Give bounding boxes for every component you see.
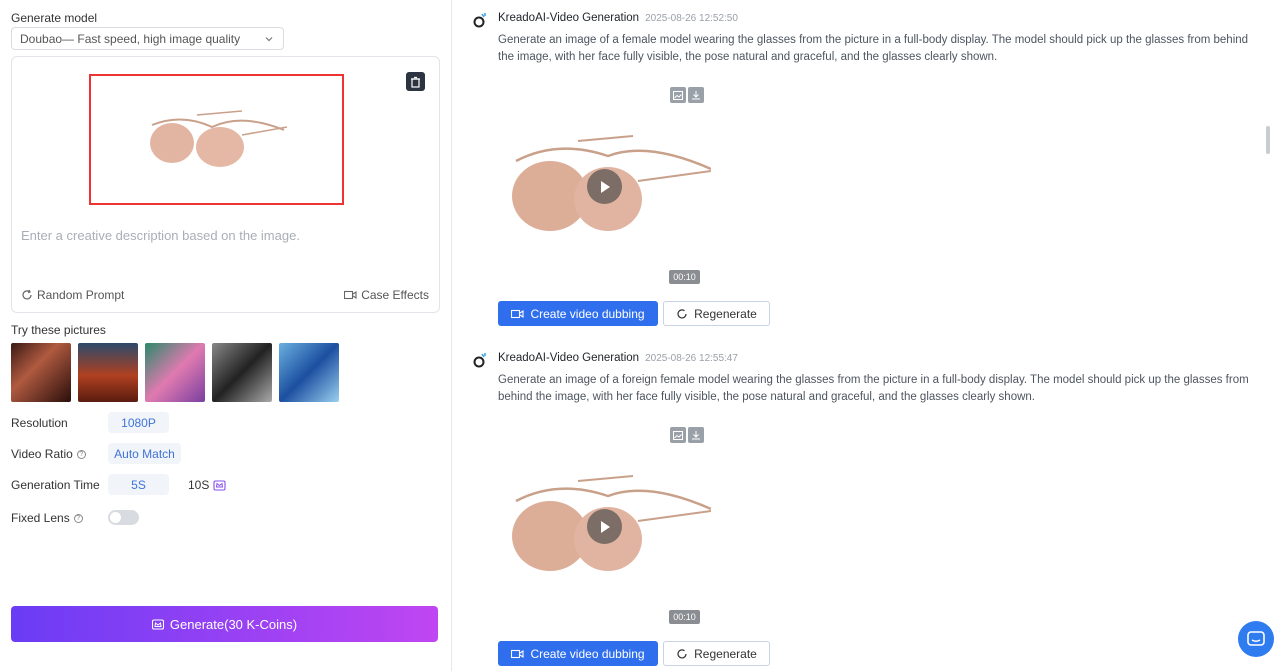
delete-image-button[interactable] — [406, 72, 425, 91]
model-select-value: Doubao— Fast speed, high image quality — [20, 31, 241, 46]
sample-picture-athlete[interactable] — [212, 343, 272, 402]
try-pictures-label: Try these pictures — [11, 323, 106, 337]
message-prompt: Generate an image of a foreign female mo… — [498, 374, 1249, 403]
message-title: KreadoAI-Video Generation — [498, 12, 640, 24]
chat-support-button[interactable] — [1238, 621, 1274, 657]
play-icon[interactable] — [587, 169, 622, 204]
regenerate-label: Regenerate — [694, 306, 757, 321]
fixed-lens-toggle[interactable] — [108, 510, 139, 525]
time-option-5s[interactable]: 5S — [108, 474, 169, 495]
play-icon[interactable] — [587, 509, 622, 544]
download-icon[interactable] — [688, 87, 704, 103]
sample-picture-city[interactable] — [78, 343, 138, 402]
generation-time-label: Generation Time — [11, 478, 100, 492]
fixed-lens-label: Fixed Lens — [11, 511, 70, 525]
generate-button-label: Generate(30 K-Coins) — [169, 616, 298, 632]
resolution-option-1080p[interactable]: 1080P — [108, 412, 169, 433]
video-icon — [511, 649, 525, 658]
video-tools — [670, 427, 704, 443]
glasses-image — [149, 109, 287, 167]
video-icon — [344, 290, 357, 300]
ratio-option-auto[interactable]: Auto Match — [108, 443, 181, 464]
video-tools — [670, 87, 704, 103]
trash-icon — [411, 76, 420, 88]
message-header: KreadoAI-Video Generation 2025-08-26 12:… — [498, 352, 738, 364]
model-select[interactable]: Doubao— Fast speed, high image quality — [11, 27, 284, 50]
help-icon[interactable]: ? — [76, 449, 86, 459]
dub-button-label: Create video dubbing — [530, 646, 645, 661]
video-preview[interactable]: 00:10 — [498, 421, 712, 631]
video-preview[interactable]: 00:10 — [498, 81, 712, 291]
results-panel: KreadoAI-Video Generation 2025-08-26 12:… — [453, 0, 1280, 671]
generate-model-label: Generate model — [11, 11, 98, 25]
time-option-10s[interactable]: 10S — [188, 478, 226, 492]
crown-icon — [213, 480, 226, 491]
scrollbar[interactable] — [1266, 126, 1270, 154]
sample-picture-woman[interactable] — [11, 343, 71, 402]
left-panel: Generate model Doubao— Fast speed, high … — [0, 0, 452, 671]
refresh-icon — [677, 308, 687, 318]
case-effects-button[interactable]: Case Effects — [344, 288, 429, 302]
uploaded-image[interactable] — [89, 74, 344, 205]
toggle-knob — [110, 512, 121, 523]
refresh-icon — [677, 648, 687, 658]
video-ratio-row: Video Ratio ? — [11, 447, 86, 461]
kreado-logo-icon — [473, 353, 486, 368]
result-message: KreadoAI-Video Generation 2025-08-26 12:… — [471, 8, 1261, 338]
regenerate-button[interactable]: Regenerate — [663, 301, 770, 326]
video-duration: 00:10 — [669, 610, 700, 624]
generate-button[interactable]: Generate(30 K-Coins) — [11, 606, 438, 642]
time-option-10s-label: 10S — [188, 478, 210, 492]
random-prompt-label: Random Prompt — [37, 288, 125, 302]
create-video-dubbing-button[interactable]: Create video dubbing — [498, 641, 658, 666]
kreado-logo-icon — [473, 13, 486, 28]
video-ratio-label: Video Ratio — [11, 447, 73, 461]
video-duration: 00:10 — [669, 270, 700, 284]
prompt-input[interactable]: Enter a creative description based on th… — [21, 228, 300, 243]
image-icon[interactable] — [670, 87, 686, 103]
generation-time-row: Generation Time — [11, 478, 100, 492]
image-icon[interactable] — [670, 427, 686, 443]
sample-picture-anime[interactable] — [145, 343, 205, 402]
app-root: Generate model Doubao— Fast speed, high … — [0, 0, 1280, 671]
message-time: 2025-08-26 12:52:50 — [645, 13, 738, 24]
sample-pictures — [11, 343, 339, 402]
dub-button-label: Create video dubbing — [530, 306, 645, 321]
chevron-down-icon — [265, 36, 273, 41]
create-video-dubbing-button[interactable]: Create video dubbing — [498, 301, 658, 326]
case-effects-label: Case Effects — [361, 288, 429, 302]
sample-picture-dragon[interactable] — [279, 343, 339, 402]
regenerate-button[interactable]: Regenerate — [663, 641, 770, 666]
video-icon — [511, 309, 525, 318]
prompt-editor: Enter a creative description based on th… — [11, 56, 440, 313]
message-time: 2025-08-26 12:55:47 — [645, 353, 738, 364]
resolution-row: Resolution — [11, 416, 68, 430]
fixed-lens-row: Fixed Lens ? — [11, 511, 83, 525]
message-prompt: Generate an image of a female model wear… — [498, 34, 1249, 63]
chat-icon — [1247, 631, 1265, 646]
help-icon[interactable]: ? — [73, 513, 83, 523]
download-icon[interactable] — [688, 427, 704, 443]
refresh-icon — [22, 289, 32, 300]
regenerate-label: Regenerate — [694, 646, 757, 661]
message-title: KreadoAI-Video Generation — [498, 352, 640, 364]
message-header: KreadoAI-Video Generation 2025-08-26 12:… — [498, 12, 738, 24]
result-message: KreadoAI-Video Generation 2025-08-26 12:… — [471, 348, 1261, 671]
crown-icon — [151, 618, 164, 630]
random-prompt-button[interactable]: Random Prompt — [21, 288, 124, 302]
resolution-label: Resolution — [11, 416, 68, 430]
